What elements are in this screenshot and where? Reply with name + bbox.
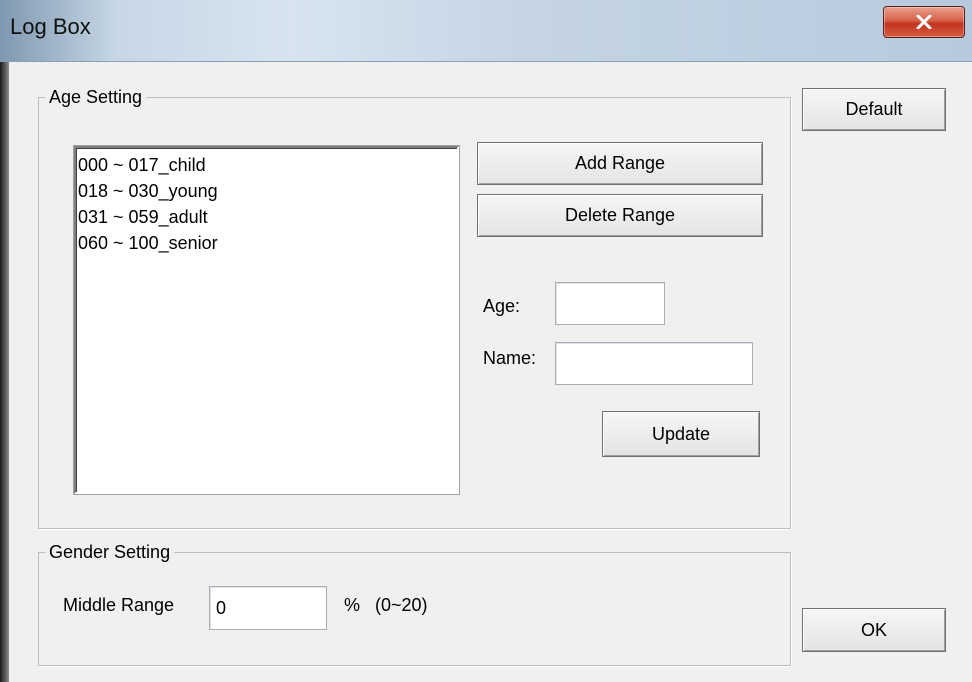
age-label: Age:	[483, 296, 521, 316]
percent-unit-label: %	[344, 595, 361, 615]
list-item[interactable]: 000 ~ 017_child	[78, 152, 455, 178]
name-label: Name:	[483, 348, 537, 368]
list-item[interactable]: 060 ~ 100_senior	[78, 230, 455, 256]
delete-range-button[interactable]: Delete Range	[477, 194, 763, 237]
close-button[interactable]	[883, 6, 965, 38]
window-title: Log Box	[10, 14, 91, 39]
window-left-border	[0, 62, 9, 682]
add-range-button[interactable]: Add Range	[477, 142, 763, 185]
dialog-client-area: Age Setting 000 ~ 017_child 018 ~ 030_yo…	[9, 62, 972, 682]
middle-range-label: Middle Range	[63, 595, 175, 615]
list-item[interactable]: 031 ~ 059_adult	[78, 204, 455, 230]
gender-setting-legend: Gender Setting	[49, 542, 171, 562]
name-input[interactable]	[555, 342, 753, 385]
list-item[interactable]: 018 ~ 030_young	[78, 178, 455, 204]
range-hint-label: (0~20)	[375, 595, 428, 615]
close-x-icon	[916, 15, 932, 29]
default-button[interactable]: Default	[802, 88, 946, 131]
age-input[interactable]	[555, 282, 665, 325]
middle-range-input[interactable]	[209, 586, 327, 630]
age-range-listbox[interactable]: 000 ~ 017_child 018 ~ 030_young 031 ~ 05…	[74, 146, 459, 494]
ok-button[interactable]: OK	[802, 608, 946, 652]
age-setting-legend: Age Setting	[49, 87, 143, 107]
update-button[interactable]: Update	[602, 411, 760, 457]
title-bar[interactable]: Log Box	[0, 0, 972, 62]
